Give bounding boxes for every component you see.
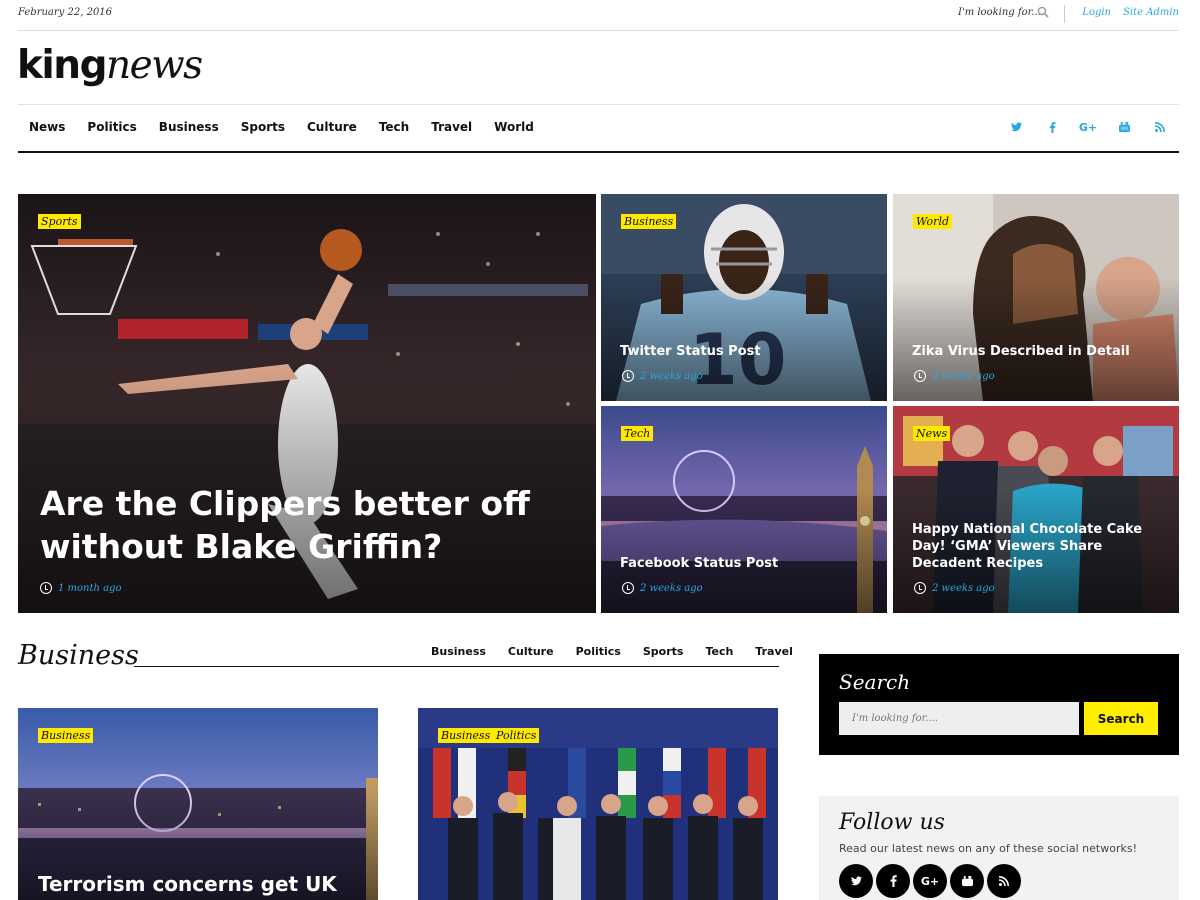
business-post-title[interactable]: Terrorism concerns get UK	[38, 871, 358, 897]
search-input[interactable]	[839, 702, 1079, 735]
search-button[interactable]: Search	[1084, 702, 1158, 735]
clock-icon	[914, 370, 926, 382]
follow-widget-title: Follow us	[839, 810, 945, 835]
follow-widget: Follow us Read our latest news on any of…	[819, 796, 1179, 900]
section-title: Business	[18, 640, 139, 671]
search-icon[interactable]	[1037, 6, 1049, 18]
category-tag[interactable]: Tech	[621, 426, 654, 441]
post-time: 2 weeks ago	[640, 370, 703, 382]
post-time: 2 weeks ago	[932, 370, 995, 382]
featured-card-3[interactable]: World Zika Virus Described in Detail 2 w…	[893, 194, 1179, 401]
featured-title[interactable]: Facebook Status Post	[620, 555, 840, 572]
nav-item-culture[interactable]: Culture	[307, 120, 357, 134]
search-widget-title: Search	[839, 670, 911, 694]
youtube-icon[interactable]	[1117, 120, 1131, 134]
header-social-icons: G+	[1009, 120, 1167, 134]
top-divider	[1064, 5, 1065, 23]
follow-widget-description: Read our latest news on any of these soc…	[839, 842, 1137, 855]
site-logo[interactable]: kingnews	[17, 43, 203, 88]
logo-news: news	[106, 43, 203, 88]
post-time: 1 month ago	[58, 582, 122, 594]
category-tag[interactable]: Business	[38, 728, 94, 743]
tab-tech[interactable]: Tech	[705, 645, 733, 658]
google-plus-icon[interactable]: G+	[913, 864, 947, 898]
post-time: 2 weeks ago	[932, 582, 995, 594]
category-tag[interactable]: Business	[438, 728, 494, 743]
business-post-2[interactable]: Business Politics	[418, 708, 778, 900]
nav-item-business[interactable]: Business	[159, 120, 219, 134]
post-meta: 1 month ago	[40, 582, 122, 594]
twitter-icon[interactable]	[1009, 120, 1023, 134]
section-tabs: Business Culture Politics Sports Tech Tr…	[431, 645, 793, 658]
tab-travel[interactable]: Travel	[755, 645, 793, 658]
post-meta: 2 weeks ago	[622, 370, 703, 382]
twitter-icon[interactable]	[839, 864, 873, 898]
logo-king: king	[17, 43, 108, 88]
facebook-icon[interactable]	[876, 864, 910, 898]
clock-icon	[40, 582, 52, 594]
search-widget: Search Search	[819, 654, 1179, 755]
featured-card-5[interactable]: News Happy National Chocolate Cake Day! …	[893, 406, 1179, 613]
rss-icon[interactable]	[1153, 120, 1167, 134]
nav-item-world[interactable]: World	[494, 120, 534, 134]
post-time: 2 weeks ago	[640, 582, 703, 594]
category-tag[interactable]: Sports	[38, 214, 81, 229]
category-tag[interactable]: News	[913, 426, 951, 441]
category-tag[interactable]: Politics	[493, 728, 540, 743]
tab-sports[interactable]: Sports	[643, 645, 684, 658]
business-post-1[interactable]: Business Terrorism concerns get UK	[18, 708, 378, 900]
tab-culture[interactable]: Culture	[508, 645, 554, 658]
section-divider	[134, 666, 779, 667]
site-admin-link[interactable]: Site Admin	[1123, 7, 1179, 18]
featured-card-main[interactable]: Sports Are the Clippers better off witho…	[18, 194, 596, 613]
category-tag[interactable]: Business	[621, 214, 677, 229]
clock-icon	[914, 582, 926, 594]
main-navigation: News Politics Business Sports Culture Te…	[18, 104, 1179, 153]
facebook-icon[interactable]	[1045, 120, 1059, 134]
nav-item-tech[interactable]: Tech	[379, 120, 409, 134]
featured-title[interactable]: Zika Virus Described in Detail	[912, 343, 1167, 360]
nav-item-sports[interactable]: Sports	[241, 120, 285, 134]
nav-item-travel[interactable]: Travel	[431, 120, 472, 134]
post-meta: 2 weeks ago	[914, 370, 995, 382]
clock-icon	[622, 370, 634, 382]
follow-social-icons: G+	[839, 864, 1021, 898]
clock-icon	[622, 582, 634, 594]
post-meta: 2 weeks ago	[914, 582, 995, 594]
featured-title[interactable]: Happy National Chocolate Cake Day! ‘GMA’…	[912, 521, 1172, 572]
current-date: February 22, 2016	[18, 7, 113, 18]
top-bar: February 22, 2016 I'm looking for.... Lo…	[18, 0, 1179, 31]
featured-card-2[interactable]: 10 Business Twitter Status Post 2 weeks …	[601, 194, 887, 401]
nav-item-politics[interactable]: Politics	[87, 120, 136, 134]
nav-menu: News Politics Business Sports Culture Te…	[29, 120, 534, 134]
top-search-input[interactable]: I'm looking for....	[958, 7, 1044, 18]
tab-business[interactable]: Business	[431, 645, 486, 658]
google-plus-icon[interactable]: G+	[1079, 120, 1097, 134]
post-meta: 2 weeks ago	[622, 582, 703, 594]
featured-card-4[interactable]: Tech Facebook Status Post 2 weeks ago	[601, 406, 887, 613]
category-tag[interactable]: World	[913, 214, 952, 229]
rss-icon[interactable]	[987, 864, 1021, 898]
login-link[interactable]: Login	[1082, 7, 1111, 18]
youtube-icon[interactable]	[950, 864, 984, 898]
featured-title[interactable]: Twitter Status Post	[620, 343, 870, 360]
nav-item-news[interactable]: News	[29, 120, 65, 134]
featured-main-title[interactable]: Are the Clippers better off without Blak…	[40, 482, 560, 568]
tab-politics[interactable]: Politics	[576, 645, 621, 658]
